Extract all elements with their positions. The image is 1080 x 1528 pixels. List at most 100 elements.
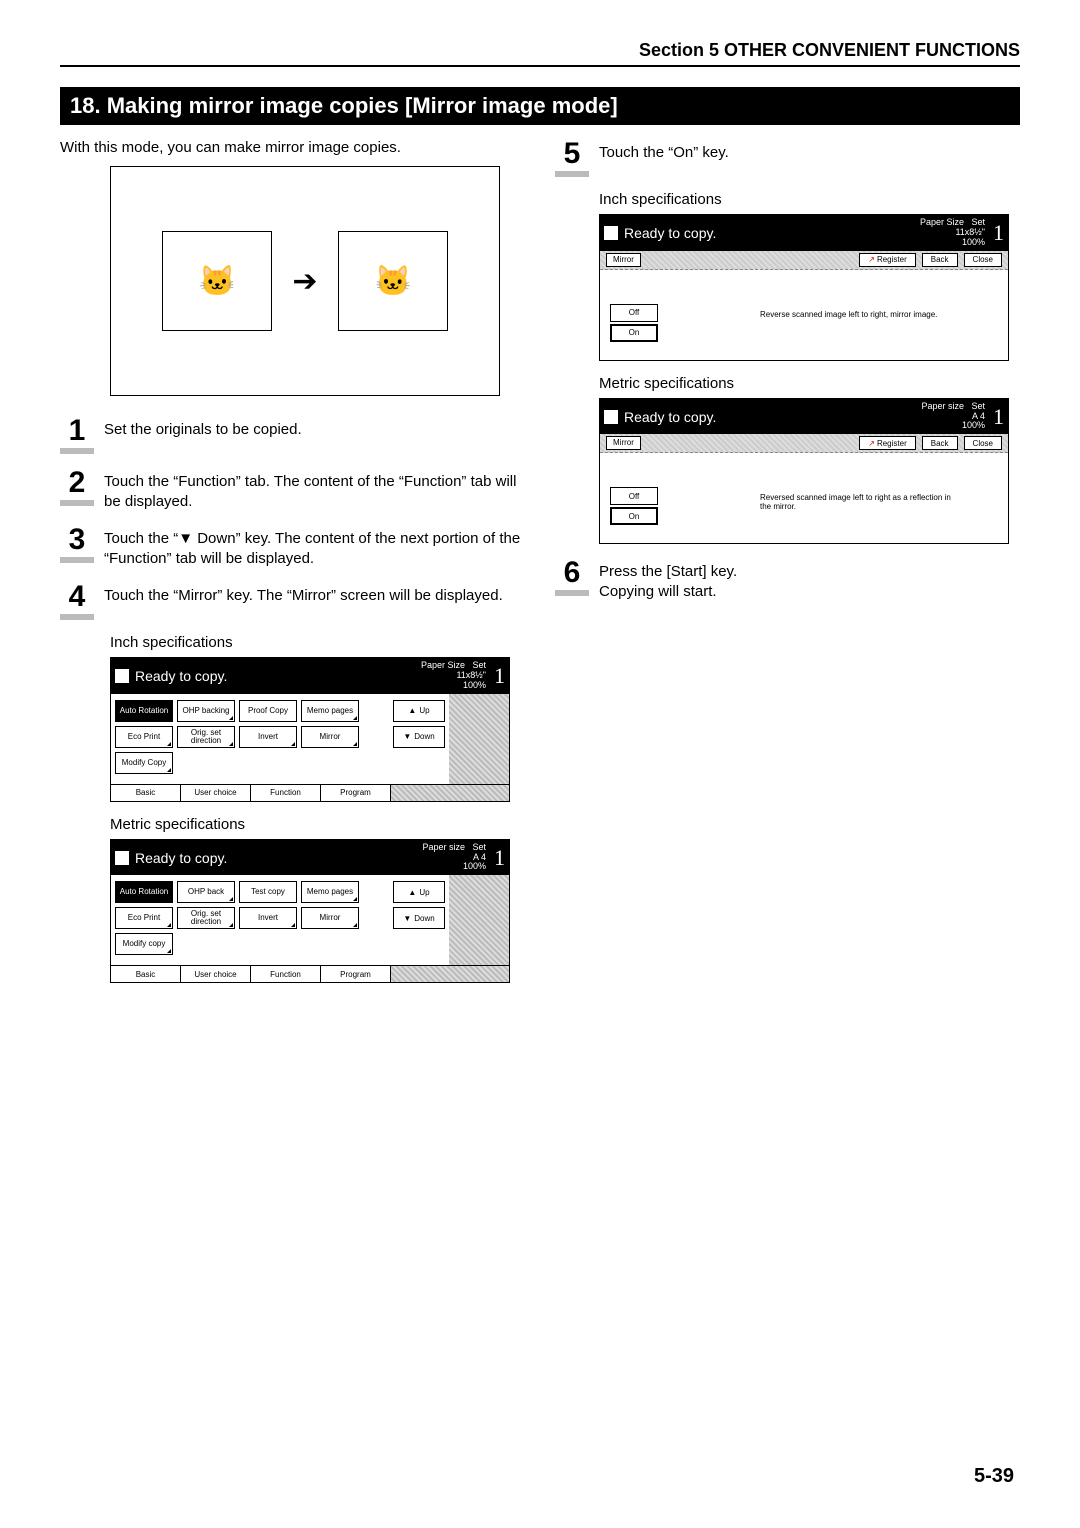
set-label: Set: [472, 660, 486, 670]
ready-status: Ready to copy.: [624, 409, 921, 425]
tab-row: Basic User choice Function Program: [111, 965, 509, 982]
mirror-body: Off On Reverse scanned image left to rig…: [600, 270, 1008, 360]
triangle-down-icon: ▼: [403, 732, 411, 741]
down-button[interactable]: ▼Down: [393, 726, 445, 748]
paper-size-value: 11x8½": [955, 227, 985, 237]
step-3: 3 Touch the “▼ Down” key. The content of…: [60, 525, 525, 568]
on-button[interactable]: On: [610, 324, 658, 342]
paper-size-meta: Paper Size Set 11x8½" 100%: [920, 218, 985, 248]
off-button[interactable]: Off: [610, 304, 658, 322]
paper-size-value: 11x8½": [456, 670, 486, 680]
close-button[interactable]: Close: [964, 436, 1002, 450]
set-label: Set: [472, 842, 486, 852]
back-button[interactable]: Back: [922, 436, 958, 450]
hatched-area: [449, 875, 509, 965]
tab-program[interactable]: Program: [321, 966, 391, 982]
mirror-button[interactable]: Mirror: [301, 907, 359, 929]
set-label: Set: [971, 401, 985, 411]
mirror-panel-inch: Ready to copy. Paper Size Set 11x8½" 100…: [599, 214, 1009, 361]
page-number: 5-39: [974, 1465, 1014, 1488]
paper-size-meta: Paper Size Set 11x8½" 100%: [421, 661, 486, 691]
tab-basic[interactable]: Basic: [111, 785, 181, 801]
paper-size-meta: Paper size Set A 4 100%: [422, 843, 486, 873]
invert-button[interactable]: Invert: [239, 726, 297, 748]
mirror-badge: Mirror: [606, 436, 641, 450]
back-button[interactable]: Back: [922, 253, 958, 267]
tab-function[interactable]: Function: [251, 966, 321, 982]
eco-print-button[interactable]: Eco Print: [115, 907, 173, 929]
inch-spec-label: Inch specifications: [599, 191, 1020, 208]
paper-size-label: Paper size: [921, 401, 964, 411]
memo-pages-button[interactable]: Memo pages: [301, 881, 359, 903]
ready-status: Ready to copy.: [624, 225, 920, 241]
tab-row: Basic User choice Function Program: [111, 784, 509, 801]
invert-button[interactable]: Invert: [239, 907, 297, 929]
ohp-backing-button[interactable]: OHP backing: [177, 700, 235, 722]
paper-size-label: Paper Size: [421, 660, 465, 670]
memo-pages-button[interactable]: Memo pages: [301, 700, 359, 722]
panel-header: Ready to copy. Paper size Set A 4 100% 1: [111, 840, 509, 876]
step-text: Touch the “On” key.: [599, 139, 1020, 163]
ready-status: Ready to copy.: [135, 668, 421, 684]
page-title: 18. Making mirror image copies [Mirror i…: [60, 87, 1020, 125]
metric-spec-label: Metric specifications: [110, 816, 525, 833]
paper-size-label: Paper size: [422, 842, 465, 852]
zoom-value: 100%: [962, 420, 985, 430]
triangle-up-icon: ▲: [408, 706, 416, 715]
panel-header: Ready to copy. Paper Size Set 11x8½" 100…: [600, 215, 1008, 251]
step-number: 2: [60, 468, 94, 506]
copy-count: 1: [494, 663, 505, 689]
mirror-panel-metric: Ready to copy. Paper size Set A 4 100% 1…: [599, 398, 1009, 545]
paper-size-value: A 4: [972, 411, 985, 421]
step-text: Touch the “Function” tab. The content of…: [104, 468, 525, 511]
auto-rotation-button[interactable]: Auto Rotation: [115, 700, 173, 722]
tab-program[interactable]: Program: [321, 785, 391, 801]
auto-rotation-button[interactable]: Auto Rotation: [115, 881, 173, 903]
step-5: 5 Touch the “On” key.: [555, 139, 1020, 177]
up-button[interactable]: ▲Up: [393, 700, 445, 722]
orig-set-direction-button[interactable]: Orig. set direction: [177, 907, 235, 929]
zoom-value: 100%: [463, 680, 486, 690]
proof-copy-button[interactable]: Proof Copy: [239, 700, 297, 722]
document-icon: [115, 669, 129, 683]
step-2: 2 Touch the “Function” tab. The content …: [60, 468, 525, 511]
eco-print-button[interactable]: Eco Print: [115, 726, 173, 748]
orig-set-direction-button[interactable]: Orig. set direction: [177, 726, 235, 748]
step-number: 1: [60, 416, 94, 454]
mirror-body: Off On Reversed scanned image left to ri…: [600, 453, 1008, 543]
document-icon: [115, 851, 129, 865]
register-row: Mirror Register Back Close: [600, 251, 1008, 270]
hatched-area: [391, 966, 509, 982]
divider: [60, 65, 1020, 67]
copy-count: 1: [494, 845, 505, 871]
up-button[interactable]: ▲Up: [393, 881, 445, 903]
mirror-button[interactable]: Mirror: [301, 726, 359, 748]
tab-user-choice[interactable]: User choice: [181, 966, 251, 982]
hatched-area: [391, 785, 509, 801]
on-button[interactable]: On: [610, 507, 658, 525]
tab-basic[interactable]: Basic: [111, 966, 181, 982]
register-button[interactable]: Register: [859, 436, 916, 450]
function-panel-metric: Ready to copy. Paper size Set A 4 100% 1…: [110, 839, 510, 984]
triangle-down-icon: ▼: [403, 914, 411, 923]
step-text: Press the [Start] key. Copying will star…: [599, 558, 1020, 601]
tab-function[interactable]: Function: [251, 785, 321, 801]
modify-copy-button[interactable]: Modify copy: [115, 933, 173, 955]
ohp-back-button[interactable]: OHP back: [177, 881, 235, 903]
set-label: Set: [971, 217, 985, 227]
step-number: 4: [60, 582, 94, 620]
tab-user-choice[interactable]: User choice: [181, 785, 251, 801]
mirror-illustration: 🐱 ➔ 🐱: [110, 166, 500, 396]
register-button[interactable]: Register: [859, 253, 916, 267]
off-button[interactable]: Off: [610, 487, 658, 505]
down-button[interactable]: ▼Down: [393, 907, 445, 929]
panel-header: Ready to copy. Paper Size Set 11x8½" 100…: [111, 658, 509, 694]
mirror-badge: Mirror: [606, 253, 641, 267]
close-button[interactable]: Close: [964, 253, 1002, 267]
modify-copy-button[interactable]: Modify Copy: [115, 752, 173, 774]
triangle-up-icon: ▲: [408, 888, 416, 897]
test-copy-button[interactable]: Test copy: [239, 881, 297, 903]
inch-spec-label: Inch specifications: [110, 634, 525, 651]
step-number: 6: [555, 558, 589, 596]
arrow-right-icon: ➔: [292, 264, 317, 299]
